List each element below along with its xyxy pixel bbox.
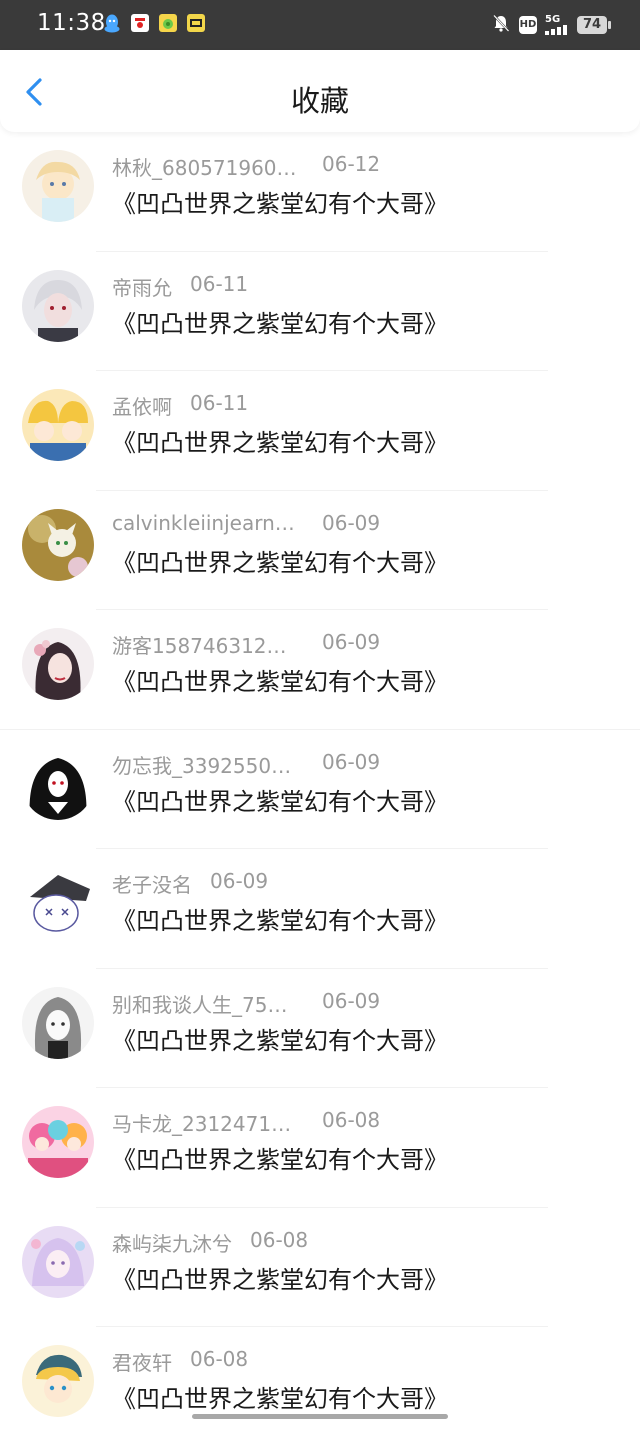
- item-meta: 别和我谈人生_75… 06-09: [112, 988, 381, 1018]
- item-meta: 君夜轩 06-08: [112, 1347, 249, 1376]
- item-meta: 林秋_680571960… 06-12: [112, 152, 381, 181]
- user-name[interactable]: 君夜轩: [112, 1347, 172, 1376]
- bell-muted-icon: [491, 13, 511, 37]
- avatar[interactable]: [22, 1345, 94, 1417]
- status-time: 11:38: [37, 10, 106, 36]
- status-indicators: HD 5G 74: [491, 13, 611, 37]
- avatar[interactable]: [22, 389, 94, 461]
- item-date: 06-11: [190, 391, 249, 415]
- pea-icon: [159, 14, 177, 32]
- status-app-icons: [103, 14, 205, 33]
- list-item[interactable]: 森屿柒九沐兮 06-08 《凹凸世界之紫堂幻有个大哥》: [0, 1208, 640, 1327]
- book-title[interactable]: 《凹凸世界之紫堂幻有个大哥》: [112, 304, 448, 339]
- item-date: 06-08: [190, 1347, 249, 1371]
- item-meta: 勿忘我_3392550… 06-09: [112, 749, 381, 779]
- item-meta: 森屿柒九沐兮 06-08: [112, 1227, 309, 1257]
- user-name[interactable]: 孟依啊: [112, 391, 172, 420]
- item-meta: 游客1587463126… 06-09: [112, 630, 381, 659]
- item-meta: 孟依啊 06-11: [112, 391, 249, 420]
- status-bar: 11:38 HD 5G 74: [0, 0, 640, 50]
- book-title[interactable]: 《凹凸世界之紫堂幻有个大哥》: [112, 1260, 448, 1295]
- hd-badge: HD: [519, 16, 537, 34]
- list-item[interactable]: 林秋_680571960… 06-12 《凹凸世界之紫堂幻有个大哥》: [0, 132, 640, 252]
- list-item[interactable]: 游客1587463126… 06-09 《凹凸世界之紫堂幻有个大哥》: [0, 610, 640, 730]
- user-name[interactable]: 勿忘我_3392550…: [112, 750, 298, 779]
- book-title[interactable]: 《凹凸世界之紫堂幻有个大哥》: [112, 543, 448, 578]
- item-date: 06-09: [322, 510, 381, 535]
- avatar[interactable]: [22, 508, 94, 581]
- book-title[interactable]: 《凹凸世界之紫堂幻有个大哥》: [112, 1021, 448, 1056]
- battery-indicator: 74: [577, 16, 611, 34]
- list-item[interactable]: 孟依啊 06-11 《凹凸世界之紫堂幻有个大哥》: [0, 371, 640, 491]
- kuaikan-icon: [187, 14, 205, 32]
- book-title[interactable]: 《凹凸世界之紫堂幻有个大哥》: [112, 423, 448, 458]
- list-item[interactable]: 别和我谈人生_75… 06-09 《凹凸世界之紫堂幻有个大哥》: [0, 969, 640, 1088]
- item-date: 06-09: [322, 630, 381, 654]
- item-meta: calvinkleiinjearns… 06-09: [112, 511, 380, 537]
- list-item[interactable]: 老子没名 06-09 《凹凸世界之紫堂幻有个大哥》: [0, 849, 640, 969]
- list-item[interactable]: 马卡龙_2312471… 06-08 《凹凸世界之紫堂幻有个大哥》: [0, 1088, 640, 1208]
- item-date: 06-08: [250, 1227, 309, 1252]
- book-title[interactable]: 《凹凸世界之紫堂幻有个大哥》: [112, 1140, 448, 1175]
- list-item[interactable]: 君夜轩 06-08 《凹凸世界之紫堂幻有个大哥》: [0, 1327, 640, 1447]
- avatar[interactable]: [22, 747, 94, 820]
- item-meta: 老子没名 06-09: [112, 869, 269, 898]
- item-date: 06-09: [210, 869, 269, 893]
- item-meta: 帝雨允 06-11: [112, 271, 249, 301]
- book-title[interactable]: 《凹凸世界之紫堂幻有个大哥》: [112, 901, 448, 936]
- item-date: 06-11: [190, 271, 249, 296]
- book-title[interactable]: 《凹凸世界之紫堂幻有个大哥》: [112, 184, 448, 219]
- user-name[interactable]: 游客1587463126…: [112, 630, 298, 659]
- signal-icon: 5G: [545, 15, 569, 35]
- qq-icon: [103, 14, 121, 33]
- item-date: 06-09: [322, 988, 381, 1013]
- book-title[interactable]: 《凹凸世界之紫堂幻有个大哥》: [112, 662, 448, 697]
- item-date: 06-09: [322, 749, 381, 774]
- item-date: 06-12: [322, 152, 381, 176]
- list-item[interactable]: calvinkleiinjearns… 06-09 《凹凸世界之紫堂幻有个大哥》: [0, 491, 640, 610]
- user-name[interactable]: calvinkleiinjearns…: [112, 511, 298, 535]
- avatar[interactable]: [22, 150, 94, 222]
- avatar[interactable]: [22, 1225, 94, 1298]
- user-name[interactable]: 森屿柒九沐兮: [112, 1228, 232, 1257]
- user-name[interactable]: 林秋_680571960…: [112, 152, 298, 181]
- user-name[interactable]: 老子没名: [112, 869, 192, 898]
- user-name[interactable]: 马卡龙_2312471…: [112, 1108, 298, 1137]
- item-date: 06-08: [322, 1108, 381, 1132]
- user-name[interactable]: 别和我谈人生_75…: [112, 989, 298, 1018]
- home-indicator[interactable]: [192, 1414, 448, 1419]
- network-label: 5G: [545, 14, 561, 25]
- item-meta: 马卡龙_2312471… 06-08: [112, 1108, 381, 1137]
- avatar[interactable]: [22, 269, 94, 342]
- avatar[interactable]: [22, 1106, 94, 1178]
- user-name[interactable]: 帝雨允: [112, 272, 172, 301]
- page-title: 收藏: [290, 84, 349, 118]
- book-title[interactable]: 《凹凸世界之紫堂幻有个大哥》: [112, 782, 448, 817]
- book-title[interactable]: 《凹凸世界之紫堂幻有个大哥》: [112, 1379, 448, 1414]
- avatar[interactable]: [22, 986, 94, 1059]
- avatar[interactable]: [22, 867, 94, 939]
- kfc-icon: [131, 14, 149, 32]
- avatar[interactable]: [22, 628, 94, 700]
- favorites-list: 林秋_680571960… 06-12 《凹凸世界之紫堂幻有个大哥》 帝雨允 06-…: [0, 132, 640, 1447]
- page-header: 收藏: [0, 50, 640, 132]
- list-item[interactable]: 勿忘我_3392550… 06-09 《凹凸世界之紫堂幻有个大哥》: [0, 730, 640, 849]
- list-item[interactable]: 帝雨允 06-11 《凹凸世界之紫堂幻有个大哥》: [0, 252, 640, 371]
